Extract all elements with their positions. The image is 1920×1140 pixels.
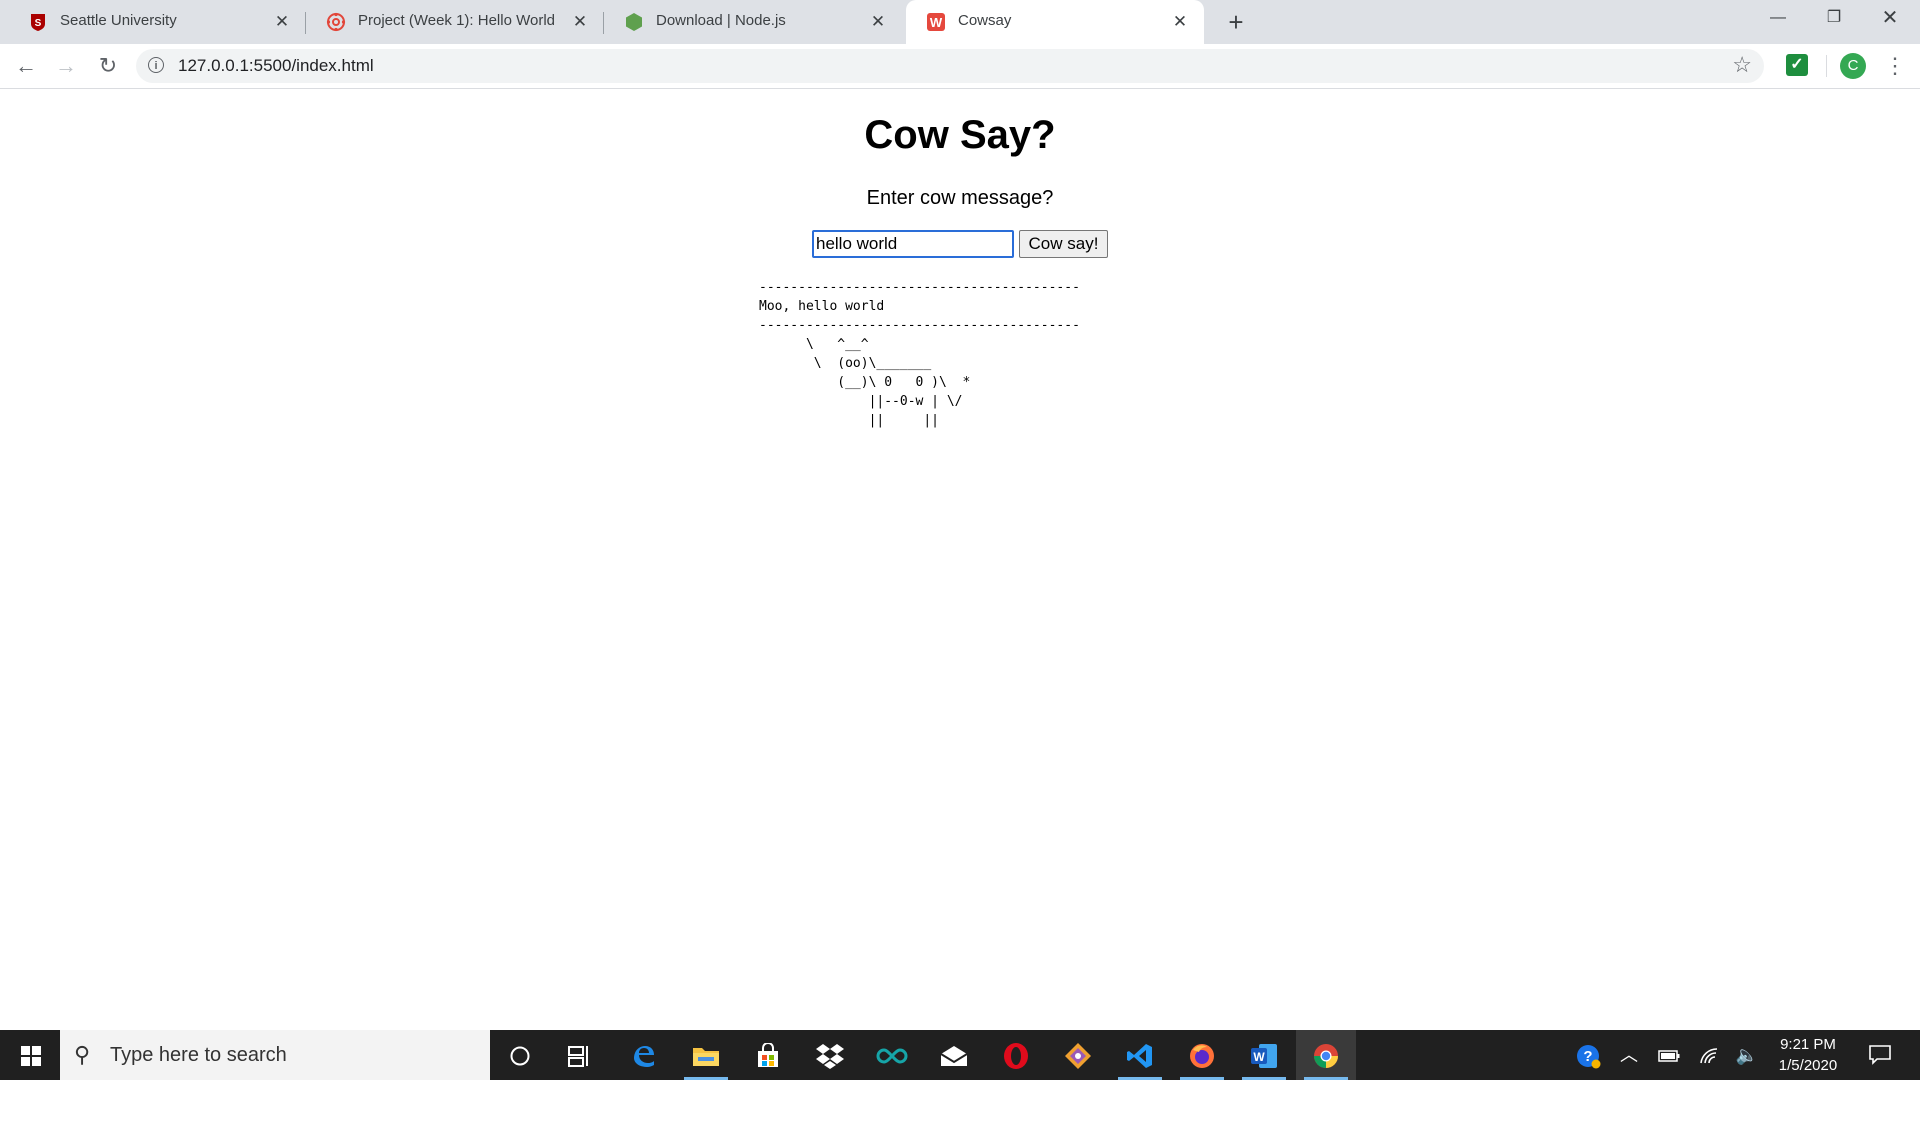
svg-text:?: ? [1583, 1048, 1592, 1065]
cow-message-input[interactable] [812, 230, 1014, 258]
close-window-icon[interactable]: ✕ [1862, 0, 1918, 36]
chrome-icon[interactable] [1296, 1030, 1356, 1080]
svg-text:W: W [930, 15, 943, 30]
firefox-icon[interactable] [1172, 1030, 1232, 1080]
svg-text:W: W [1253, 1050, 1265, 1064]
tab-download-nodejs[interactable]: Download | Node.js ✕ [604, 0, 902, 44]
search-icon: ⚲ [74, 1042, 91, 1067]
bookmark-star-icon[interactable]: ☆ [1732, 52, 1752, 78]
file-explorer-icon[interactable] [676, 1030, 736, 1080]
system-clock[interactable]: 9:21 PM 1/5/2020 [1760, 1034, 1856, 1076]
close-tab-icon[interactable]: ✕ [868, 12, 888, 32]
action-center-icon[interactable] [1866, 1040, 1894, 1068]
close-tab-icon[interactable]: ✕ [570, 12, 590, 32]
screen-bottom-margin [0, 1080, 1920, 1140]
battery-icon[interactable] [1654, 1030, 1684, 1080]
cowsay-w-icon: W [927, 13, 945, 31]
mail-icon[interactable] [924, 1030, 984, 1080]
back-icon[interactable]: ← [10, 50, 42, 82]
cowsay-output: ----------------------------------------… [759, 280, 1080, 428]
seattle-u-icon: S [31, 14, 45, 31]
svg-text:S: S [35, 18, 42, 29]
windows-logo-icon [21, 1046, 41, 1066]
taskbar: ⚲ Type here to search W ? ︿ 🔈 9:21 PM 1/… [0, 1030, 1920, 1080]
address-bar[interactable]: i 127.0.0.1:5500/index.html ☆ [136, 49, 1764, 83]
arduino-infinity-icon[interactable] [862, 1030, 922, 1080]
reload-icon[interactable]: ↻ [92, 50, 124, 82]
new-tab-icon[interactable]: + [1222, 8, 1250, 36]
canvas-icon [326, 12, 346, 32]
microsoft-store-icon[interactable] [738, 1030, 798, 1080]
close-tab-icon[interactable]: ✕ [272, 12, 292, 32]
tab-title: Seattle University [60, 12, 177, 29]
help-icon[interactable]: ? [1572, 1030, 1606, 1080]
task-view-icon[interactable] [550, 1030, 610, 1080]
tab-title: Download | Node.js [656, 12, 786, 29]
extension-check-icon[interactable]: ✓ [1786, 54, 1808, 76]
git-kraken-icon[interactable] [1048, 1030, 1108, 1080]
nodejs-icon [626, 13, 642, 31]
dropbox-icon[interactable] [800, 1030, 860, 1080]
cortana-icon[interactable] [490, 1030, 550, 1080]
forward-icon[interactable]: → [50, 50, 82, 82]
menu-kebab-icon[interactable]: ⋮ [1884, 52, 1906, 80]
tab-cowsay[interactable]: W Cowsay ✕ [906, 0, 1204, 44]
tab-title: Project (Week 1): Hello World [358, 12, 556, 29]
minimize-icon[interactable]: — [1750, 0, 1806, 36]
restore-icon[interactable]: ❐ [1806, 0, 1862, 36]
message-prompt-label: Enter cow message? [866, 187, 1054, 209]
clock-date: 1/5/2020 [1778, 1057, 1838, 1074]
wifi-icon[interactable] [1694, 1030, 1724, 1080]
chevron-up-icon[interactable]: ︿ [1614, 1030, 1644, 1080]
tab-strip: S Seattle University ✕ Project (Week 1):… [0, 0, 1920, 44]
profile-avatar[interactable]: C [1840, 53, 1866, 79]
edge-icon[interactable] [614, 1030, 674, 1080]
toolbar-divider [1826, 55, 1827, 77]
volume-icon[interactable]: 🔈 [1732, 1030, 1762, 1080]
page-content: Cow Say? Enter cow message? Cow say! ---… [0, 89, 1920, 1030]
start-button[interactable] [0, 1030, 60, 1080]
tab-seattle-university[interactable]: S Seattle University ✕ [8, 0, 306, 44]
clock-time: 9:21 PM [1780, 1036, 1836, 1053]
info-icon[interactable]: i [148, 57, 164, 73]
tab-title: Cowsay [958, 12, 1012, 29]
taskbar-search[interactable]: ⚲ Type here to search [60, 1030, 490, 1080]
page-title: Cow Say? [864, 113, 1056, 157]
opera-icon[interactable] [986, 1030, 1046, 1080]
tab-project-week-1[interactable]: Project (Week 1): Hello World ✕ [306, 0, 604, 44]
search-placeholder: Type here to search [110, 1044, 287, 1066]
close-tab-icon[interactable]: ✕ [1170, 12, 1190, 32]
browser-toolbar: ← → ↻ i 127.0.0.1:5500/index.html ☆ [0, 44, 1920, 89]
address-url[interactable]: 127.0.0.1:5500/index.html [178, 56, 374, 76]
vscode-icon[interactable] [1110, 1030, 1170, 1080]
cow-say-button[interactable]: Cow say! [1019, 230, 1108, 258]
word-icon[interactable]: W [1234, 1030, 1294, 1080]
